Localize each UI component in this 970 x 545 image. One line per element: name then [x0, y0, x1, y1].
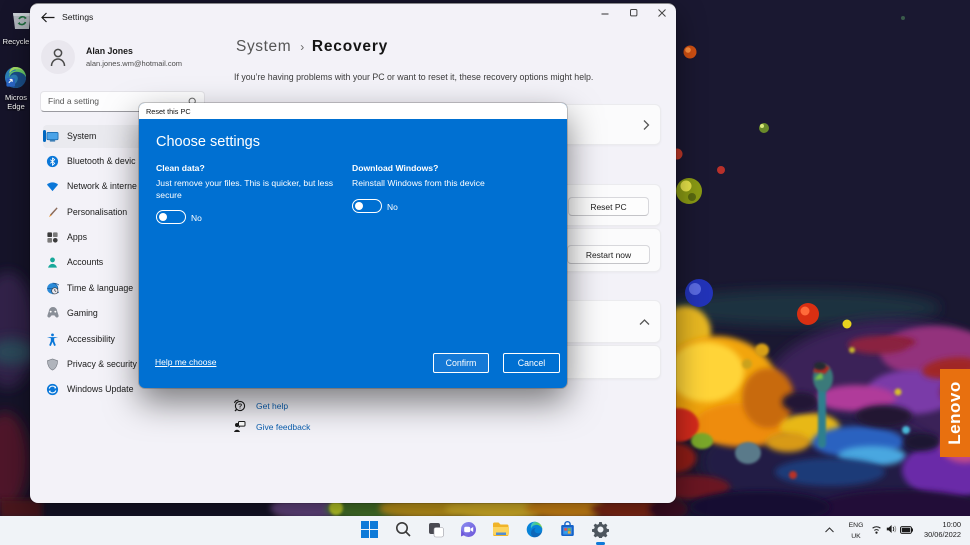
svg-text:?: ?: [238, 404, 242, 411]
